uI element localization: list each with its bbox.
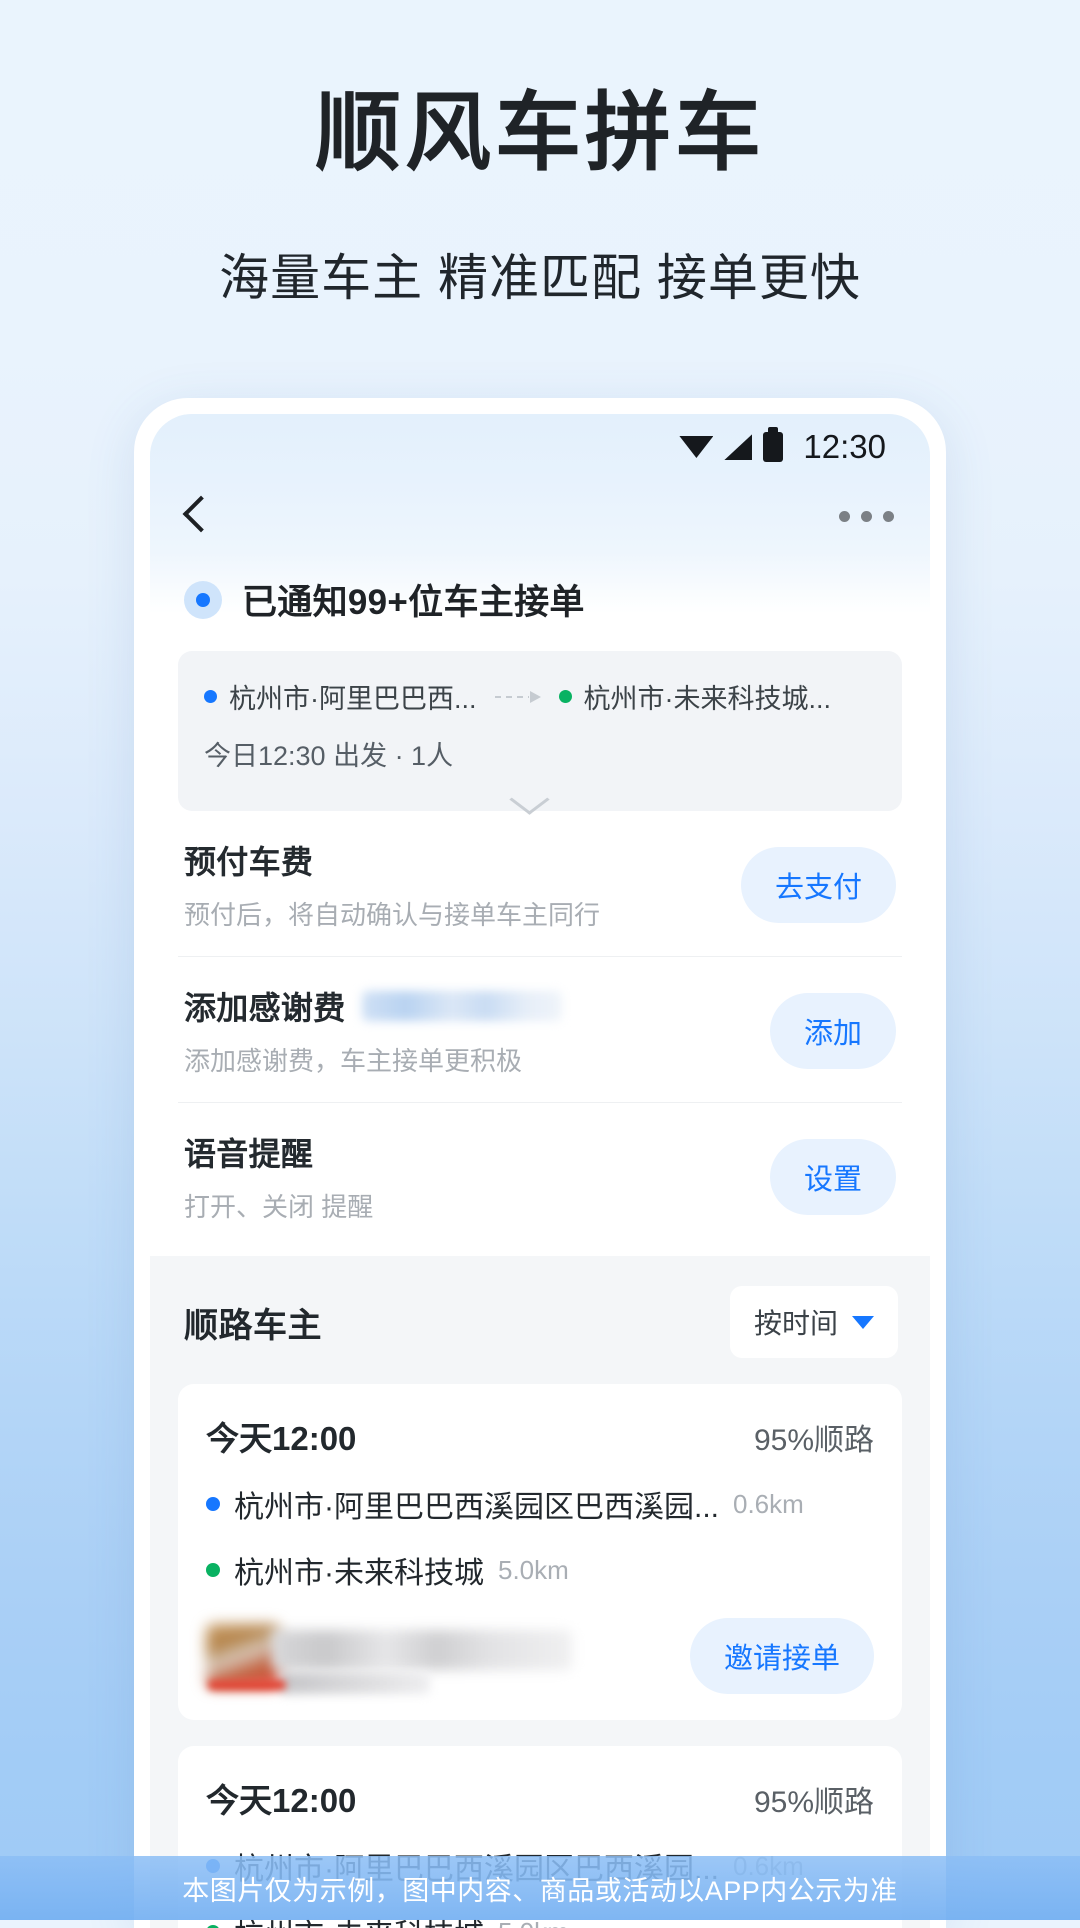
row-tip-text: 添加感谢费 添加感谢费，车主接单更积极 [184, 983, 562, 1078]
row-voice: 语音提醒 打开、关闭 提醒 设置 [178, 1103, 902, 1248]
page-title: 顺风车拼车 [0, 88, 1080, 178]
drivers-section-title: 顺路车主 [184, 1298, 322, 1347]
phone-mockup: 12:30 已通知99+位车主接单 杭州市·阿里巴巴西... [134, 398, 946, 1928]
status-bar-icons [679, 432, 783, 462]
row-tip-subtitle: 添加感谢费，车主接单更积极 [184, 1041, 562, 1078]
battery-icon [763, 432, 783, 462]
driver-match-percent: 95%顺路 [754, 1777, 874, 1821]
row-voice-text: 语音提醒 打开、关闭 提醒 [184, 1129, 373, 1224]
row-prepay-subtitle: 预付后，将自动确认与接单车主同行 [184, 895, 600, 932]
sort-dropdown-label: 按时间 [754, 1302, 838, 1342]
row-prepay-title-wrap: 预付车费 [184, 837, 600, 883]
driver-destination-distance: 5.0km [498, 1555, 569, 1586]
arrow-right-icon [495, 690, 541, 704]
row-tip: 添加感谢费 添加感谢费，车主接单更积极 添加 [178, 957, 902, 1103]
status-bar-time: 12:30 [803, 428, 886, 466]
pay-button[interactable]: 去支付 [741, 847, 896, 923]
driver-subinfo-masked [280, 1672, 430, 1694]
origin-dot-icon [206, 1497, 220, 1511]
driver-name-masked [272, 1630, 572, 1670]
route-summary[interactable]: 杭州市·阿里巴巴西... 杭州市·未来科技城... 今日12:30 出发 · 1… [178, 651, 902, 811]
nav-bar [150, 480, 930, 552]
add-tip-button[interactable]: 添加 [770, 993, 896, 1069]
row-tip-promo-badge [362, 991, 562, 1021]
order-card: 杭州市·阿里巴巴西... 杭州市·未来科技城... 今日12:30 出发 · 1… [150, 651, 930, 1256]
notify-text: 已通知99+位车主接单 [242, 574, 585, 625]
route-origin: 杭州市·阿里巴巴西... [204, 677, 477, 716]
wifi-icon [679, 436, 713, 458]
driver-match-percent: 95%顺路 [754, 1415, 874, 1459]
driver-depart-time: 今天12:00 [206, 1774, 356, 1822]
driver-card-header: 今天12:00 95%顺路 [206, 1412, 874, 1460]
driver-origin-label: 杭州市·阿里巴巴西溪园区巴西溪园... [234, 1482, 719, 1526]
driver-destination-label: 杭州市·未来科技城 [234, 1548, 484, 1592]
destination-dot-icon [559, 690, 572, 703]
row-prepay: 预付车费 预付后，将自动确认与接单车主同行 去支付 [178, 811, 902, 957]
notify-banner: 已通知99+位车主接单 [150, 552, 930, 651]
driver-card-header: 今天12:00 95%顺路 [206, 1774, 874, 1822]
status-dot-icon [184, 581, 222, 619]
row-tip-title: 添加感谢费 [184, 983, 346, 1029]
drivers-section: 顺路车主 按时间 今天12:00 95%顺路 杭州市·阿里巴巴西溪园区巴西溪园.… [150, 1256, 930, 1928]
row-voice-title: 语音提醒 [184, 1129, 313, 1175]
origin-dot-icon [204, 690, 217, 703]
more-dots-icon[interactable] [839, 511, 894, 522]
status-bar: 12:30 [150, 414, 930, 480]
caret-down-icon [852, 1316, 874, 1329]
drivers-header: 顺路车主 按时间 [178, 1286, 902, 1358]
driver-card[interactable]: 今天12:00 95%顺路 杭州市·阿里巴巴西溪园区巴西溪园... 0.6km … [178, 1384, 902, 1720]
signal-icon [724, 434, 752, 460]
route-destination-label: 杭州市·未来科技城... [584, 677, 832, 716]
chevron-down-icon[interactable] [511, 787, 569, 801]
avatar [206, 1624, 280, 1688]
route-destination: 杭州市·未来科技城... [559, 677, 832, 716]
sort-dropdown[interactable]: 按时间 [730, 1286, 898, 1358]
invite-button[interactable]: 邀请接单 [690, 1618, 874, 1694]
route-origin-label: 杭州市·阿里巴巴西... [229, 677, 477, 716]
back-chevron-icon[interactable] [184, 497, 206, 535]
route-meta: 今日12:30 出发 · 1人 [204, 734, 876, 773]
driver-origin-distance: 0.6km [733, 1489, 804, 1520]
row-voice-title-wrap: 语音提醒 [184, 1129, 373, 1175]
disclaimer-banner: 本图片仅为示例，图中内容、商品或活动以APP内公示为准 [0, 1856, 1080, 1920]
phone-screen: 12:30 已通知99+位车主接单 杭州市·阿里巴巴西... [150, 414, 930, 1928]
row-prepay-text: 预付车费 预付后，将自动确认与接单车主同行 [184, 837, 600, 932]
route-line: 杭州市·阿里巴巴西... 杭州市·未来科技城... [204, 677, 876, 716]
row-tip-title-wrap: 添加感谢费 [184, 983, 562, 1029]
driver-destination-row: 杭州市·未来科技城 5.0km [206, 1548, 874, 1592]
driver-identity-masked [206, 1620, 626, 1692]
driver-origin-row: 杭州市·阿里巴巴西溪园区巴西溪园... 0.6km [206, 1482, 874, 1526]
driver-depart-time: 今天12:00 [206, 1412, 356, 1460]
row-voice-subtitle: 打开、关闭 提醒 [184, 1187, 373, 1224]
hero-section: 顺风车拼车 海量车主 精准匹配 接单更快 [0, 0, 1080, 310]
row-prepay-title: 预付车费 [184, 837, 313, 883]
driver-card-footer: 邀请接单 [206, 1618, 874, 1694]
driver-accent-masked [208, 1680, 286, 1690]
destination-dot-icon [206, 1563, 220, 1577]
page-subtitle: 海量车主 精准匹配 接单更快 [0, 238, 1080, 310]
voice-settings-button[interactable]: 设置 [770, 1139, 896, 1215]
